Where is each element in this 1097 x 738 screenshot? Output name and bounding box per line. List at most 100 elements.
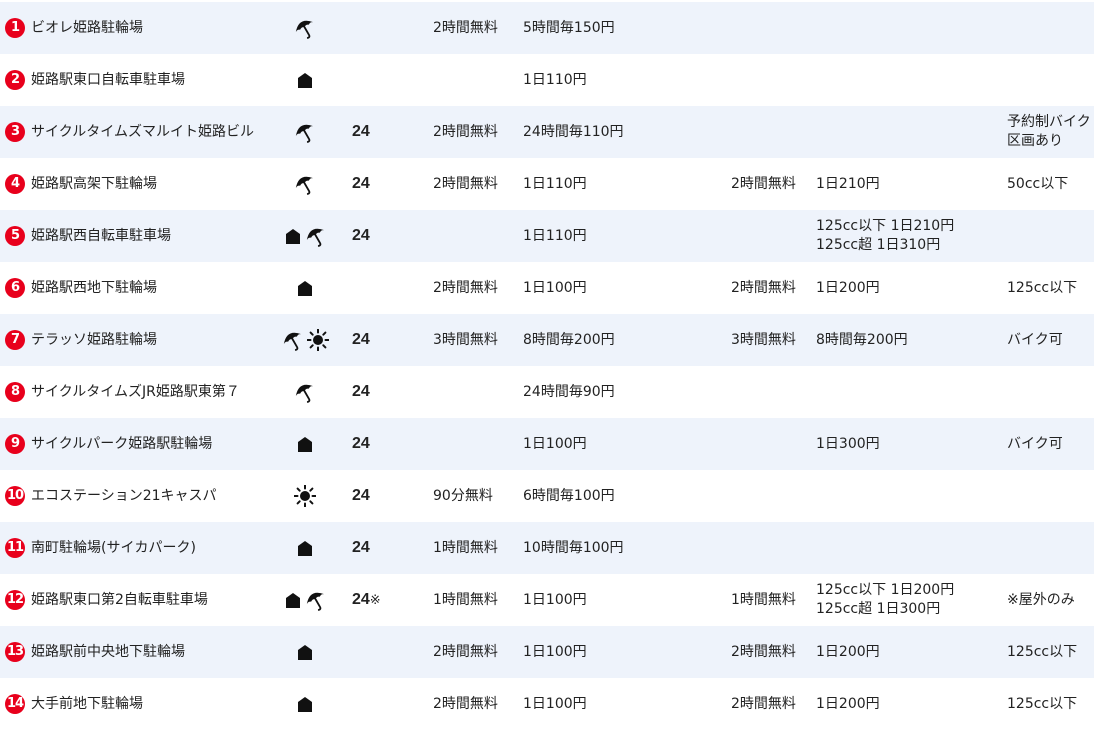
number-badge: 13 [5, 642, 25, 662]
facility-icons [275, 380, 335, 404]
facility-icons [275, 588, 335, 612]
row-note: 50cc以下 [1007, 158, 1068, 210]
motorbike-free-time: 2時間無料 [731, 175, 796, 192]
lot-name: 姫路駅西地下駐輪場 [31, 280, 157, 296]
bicycle-fee: 1日100円 [523, 626, 587, 678]
motorbike-free-time: 1時間無料 [731, 591, 796, 608]
motorbike-fee: 125cc以下 1日210円 125cc超 1日310円 [816, 210, 954, 262]
parking-table: 1 ビオレ姫路駐輪場 2時間無料 5時間毎150円 2 姫路駅東口自転車駐車場 … [0, 2, 1097, 730]
note-line: 125cc以下 [1007, 695, 1078, 712]
table-row: 10 エコステーション21キャスパ 24 90分無料 6時間毎100円 [0, 470, 1094, 522]
motorbike-fee: 1日200円 [816, 262, 880, 314]
lot-name: 大手前地下駐輪場 [31, 696, 143, 712]
umbrella-icon [295, 176, 314, 195]
roof-icon [285, 229, 300, 244]
motorbike-fee-line: 125cc以下 1日210円 [816, 218, 955, 234]
roof-icon [298, 645, 312, 660]
note-line: バイク可 [1007, 331, 1063, 348]
lot-name: サイクルパーク姫路駅駐輪場 [31, 436, 213, 452]
facility-icons [275, 536, 335, 560]
bicycle-fee-line: 24時間毎90円 [523, 383, 615, 400]
bicycle-fee-line: 10時間毎100円 [523, 539, 624, 556]
motorbike-fee-line: 8時間毎200円 [816, 331, 908, 348]
number-badge: 9 [5, 434, 25, 454]
sun-icon [306, 329, 329, 351]
bicycle-fee: 1日110円 [523, 158, 587, 210]
open-24h-text: 24 [352, 591, 370, 608]
roof-icon [298, 697, 312, 712]
table-row: 12 姫路駅東口第2自転車駐車場 24※ 1時間無料 1日100円 1時間無料 … [0, 574, 1094, 626]
open-24h-text: 24 [352, 123, 370, 140]
bicycle-free-time: 1時間無料 [433, 539, 498, 556]
lot-name: エコステーション21キャスパ [31, 488, 217, 504]
bicycle-fee-line: 6時間毎100円 [523, 487, 615, 504]
motorbike-free-time: 3時間無料 [731, 331, 796, 348]
motorbike-fee-line: 1日200円 [816, 279, 880, 296]
bicycle-fee-line: 1日100円 [523, 591, 587, 608]
number-badge: 10 [5, 486, 25, 506]
bicycle-fee: 6時間毎100円 [523, 470, 615, 522]
table-row: 6 姫路駅西地下駐輪場 2時間無料 1日100円 2時間無料 1日200円 12… [0, 262, 1094, 314]
roof-icon [298, 541, 312, 556]
number-badge: 7 [5, 330, 25, 350]
motorbike-fee-line: 125cc超 1日300円 [816, 601, 941, 617]
facility-icons [275, 68, 335, 92]
sun-icon [294, 485, 316, 507]
open-24h: 24 [352, 210, 370, 262]
note-line: 50cc以下 [1007, 175, 1069, 192]
open-24h: 24 [352, 470, 370, 522]
number-badge: 1 [5, 18, 25, 38]
number-badge: 2 [5, 70, 25, 90]
bicycle-free-time: 2時間無料 [433, 175, 498, 192]
bicycle-fee-line: 1日110円 [523, 227, 587, 244]
open-24h-text: 24 [352, 175, 370, 192]
table-row: 14 大手前地下駐輪場 2時間無料 1日100円 2時間無料 1日200円 12… [0, 678, 1094, 730]
lot-name: 姫路駅高架下駐輪場 [31, 176, 157, 192]
number-badge: 12 [5, 590, 25, 610]
row-note: ※屋外のみ [1007, 574, 1075, 626]
motorbike-fee: 1日200円 [816, 678, 880, 730]
bicycle-fee-line: 1日100円 [523, 643, 587, 660]
lot-name: 南町駐輪場(サイカパーク) [31, 540, 196, 556]
facility-icons [275, 484, 335, 508]
bicycle-free-time: 2時間無料 [433, 19, 498, 36]
bicycle-fee: 24時間毎90円 [523, 366, 615, 418]
table-row: 9 サイクルパーク姫路駅駐輪場 24 1日100円 1日300円 バイク可 [0, 418, 1094, 470]
bicycle-fee: 1日110円 [523, 210, 587, 262]
bicycle-fee-line: 8時間毎200円 [523, 331, 615, 348]
umbrella-icon [295, 384, 314, 403]
roof-icon [285, 593, 300, 608]
umbrella-icon [283, 332, 301, 351]
open-24h-text: 24 [352, 435, 370, 452]
open-24h: 24 [352, 418, 370, 470]
lot-name: サイクルタイムズマルイト姫路ビル [31, 124, 255, 140]
lot-name: 姫路駅東口自転車駐車場 [31, 72, 185, 88]
facility-icons [275, 224, 335, 248]
roof-icon [298, 437, 312, 452]
lot-name: 姫路駅東口第2自転車駐車場 [31, 592, 208, 608]
bicycle-fee: 1日110円 [523, 54, 587, 106]
bicycle-fee: 24時間毎110円 [523, 106, 624, 158]
table-row: 4 姫路駅高架下駐輪場 24 2時間無料 1日110円 2時間無料 1日210円… [0, 158, 1094, 210]
bicycle-fee: 1日100円 [523, 262, 587, 314]
bicycle-fee: 1日100円 [523, 574, 587, 626]
open-24h-mark: ※ [369, 592, 381, 607]
facility-icons [275, 692, 335, 716]
open-24h-text: 24 [352, 383, 370, 400]
table-row: 5 姫路駅西自転車駐車場 24 1日110円 125cc以下 1日210円 125… [0, 210, 1094, 262]
note-line: ※屋外のみ [1007, 591, 1075, 608]
table-row: 3 サイクルタイムズマルイト姫路ビル 24 2時間無料 24時間毎110円 予約… [0, 106, 1094, 158]
umbrella-icon [295, 124, 314, 143]
bicycle-fee-line: 1日110円 [523, 71, 587, 88]
bicycle-free-time: 2時間無料 [433, 695, 498, 712]
bicycle-fee-line: 24時間毎110円 [523, 123, 624, 140]
row-note: バイク可 [1007, 314, 1063, 366]
row-note: 125cc以下 [1007, 262, 1077, 314]
note-line: 125cc以下 [1007, 643, 1078, 660]
note-line: 125cc以下 [1007, 279, 1078, 296]
bicycle-fee-line: 5時間毎150円 [523, 19, 615, 36]
open-24h-text: 24 [352, 487, 370, 504]
lot-name: ビオレ姫路駐輪場 [31, 20, 143, 36]
open-24h: 24 [352, 366, 370, 418]
facility-icons [275, 120, 335, 144]
